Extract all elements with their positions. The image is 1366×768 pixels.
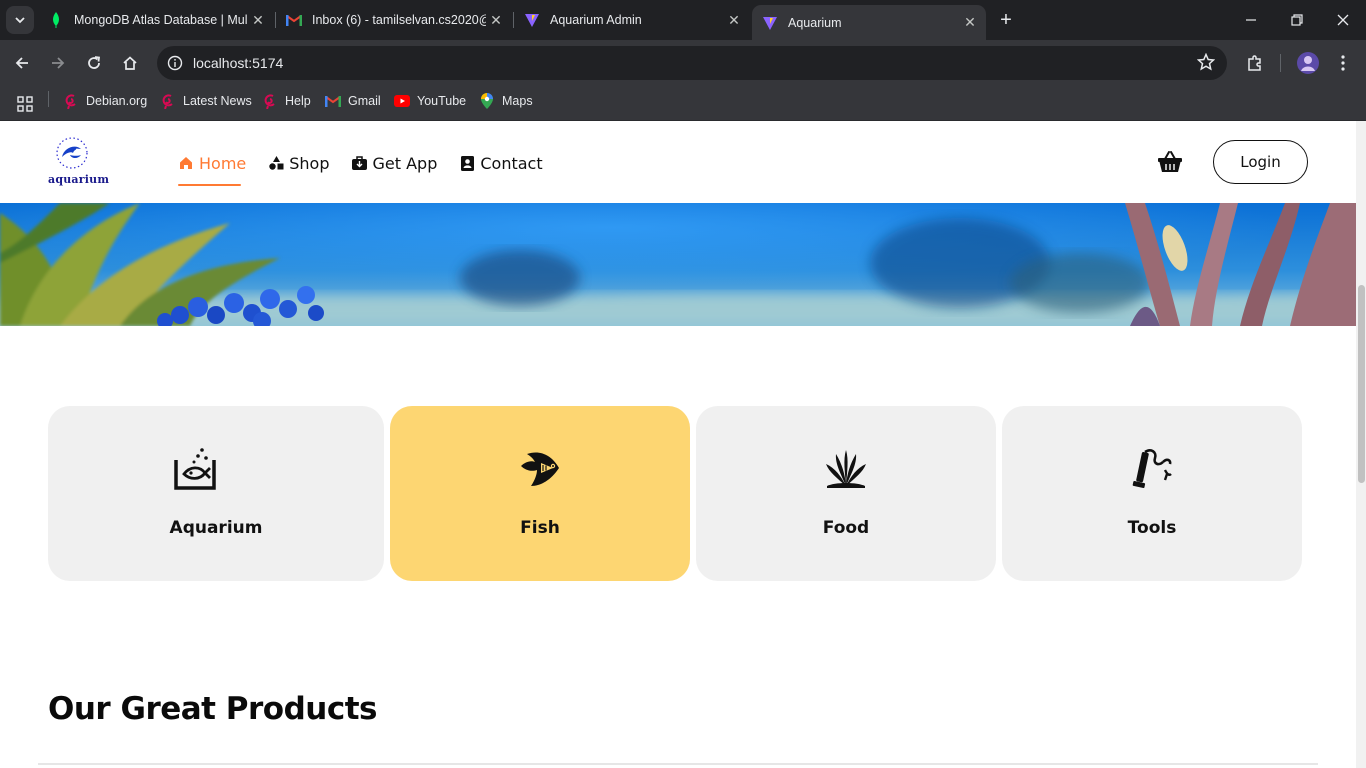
site-header: aquarium Home Shop Get App Contact Login <box>0 121 1356 203</box>
gmail-icon <box>286 12 302 28</box>
gmail-icon <box>325 93 341 109</box>
extensions-puzzle-icon[interactable] <box>1243 51 1267 75</box>
hero-banner-image <box>0 203 1356 326</box>
home-icon <box>178 155 194 171</box>
active-nav-underline <box>178 184 241 186</box>
home-button[interactable] <box>116 49 144 77</box>
cart-basket-icon[interactable] <box>1157 150 1183 174</box>
vite-icon <box>524 12 540 28</box>
category-label: Aquarium <box>169 518 263 538</box>
close-tab-icon[interactable]: ✕ <box>248 10 268 30</box>
category-card-aquarium[interactable]: Aquarium <box>48 406 384 581</box>
nav-home[interactable]: Home <box>178 151 246 175</box>
arrow-right-icon <box>52 57 65 69</box>
url-text: localhost:5174 <box>193 55 284 71</box>
browser-tab[interactable]: MongoDB Atlas Database | Mul ✕ <box>38 5 274 35</box>
browser-menu-icon[interactable] <box>1331 51 1355 75</box>
youtube-icon <box>394 93 410 109</box>
apps-grid-button[interactable] <box>17 94 33 114</box>
bookmark-maps[interactable]: Maps <box>479 91 533 111</box>
section-title: Our Great Products <box>48 691 378 727</box>
profile-avatar[interactable] <box>1296 51 1320 75</box>
chevron-down-icon <box>15 17 25 24</box>
debian-swirl-icon <box>63 93 79 109</box>
browser-tab[interactable]: Aquarium Admin ✕ <box>514 5 750 35</box>
browser-tab-bar: MongoDB Atlas Database | Mul ✕ Inbox (6)… <box>0 0 1366 40</box>
restore-button[interactable] <box>1274 0 1320 40</box>
login-button[interactable]: Login <box>1213 140 1308 184</box>
vite-icon <box>762 15 778 31</box>
minimize-icon <box>1246 19 1256 21</box>
fish-tank-icon <box>174 448 216 490</box>
browser-tab[interactable]: Inbox (6) - tamilselvan.cs2020@ ✕ <box>276 5 512 35</box>
bookmark-help[interactable]: Help <box>262 91 311 111</box>
close-tab-icon[interactable]: ✕ <box>960 13 980 33</box>
category-card-tools[interactable]: Tools <box>1002 406 1302 581</box>
reload-button[interactable] <box>80 49 108 77</box>
tab-search-button[interactable] <box>6 6 34 34</box>
close-tab-icon[interactable]: ✕ <box>724 10 744 30</box>
bookmark-latest-news[interactable]: Latest News <box>160 91 252 111</box>
angelfish-icon <box>521 452 559 486</box>
debian-swirl-icon <box>160 93 176 109</box>
category-card-fish[interactable]: Fish <box>390 406 690 581</box>
app-download-icon <box>352 155 368 171</box>
bookmark-debian[interactable]: Debian.org <box>63 91 147 111</box>
contact-card-icon <box>459 155 475 171</box>
page-viewport: aquarium Home Shop Get App Contact Login… <box>0 121 1356 768</box>
aquatic-plant-icon <box>826 450 866 488</box>
nav-contact[interactable]: Contact <box>459 151 543 175</box>
close-icon <box>1337 14 1349 26</box>
browser-tab-active[interactable]: Aquarium ✕ <box>752 5 986 40</box>
forward-button[interactable] <box>44 49 72 77</box>
bookmark-gmail[interactable]: Gmail <box>325 91 381 111</box>
home-icon <box>123 56 137 70</box>
logo-text: aquarium <box>48 173 110 186</box>
reload-icon <box>88 56 101 69</box>
category-label: Food <box>822 518 870 538</box>
nav-get-app[interactable]: Get App <box>352 151 437 175</box>
maps-pin-icon <box>479 93 495 109</box>
minimize-button[interactable] <box>1228 0 1274 40</box>
apps-grid-icon <box>17 96 33 112</box>
close-tab-icon[interactable]: ✕ <box>486 10 506 30</box>
mongodb-leaf-icon <box>48 12 64 28</box>
site-info-icon[interactable] <box>163 51 187 75</box>
category-label: Fish <box>520 518 560 538</box>
main-nav: Home Shop Get App Contact <box>178 151 565 175</box>
bookmark-youtube[interactable]: YouTube <box>394 91 466 111</box>
restore-icon <box>1291 14 1303 26</box>
debian-swirl-icon <box>262 93 278 109</box>
address-bar[interactable]: localhost:5174 <box>157 46 1227 80</box>
bookmark-star-icon[interactable] <box>1196 52 1216 76</box>
nav-shop[interactable]: Shop <box>268 151 330 175</box>
scrollbar-thumb[interactable] <box>1358 285 1365 483</box>
category-label: Tools <box>1127 518 1177 538</box>
shapes-icon <box>268 155 284 171</box>
close-window-button[interactable] <box>1320 0 1366 40</box>
new-tab-button[interactable]: + <box>994 8 1018 32</box>
category-card-food[interactable]: Food <box>696 406 996 581</box>
back-button[interactable] <box>8 49 36 77</box>
arrow-left-icon <box>15 57 28 69</box>
product-grid-edge <box>38 763 1318 768</box>
aquarium-tools-icon <box>1132 449 1172 488</box>
browser-toolbar: localhost:5174 <box>0 40 1366 86</box>
